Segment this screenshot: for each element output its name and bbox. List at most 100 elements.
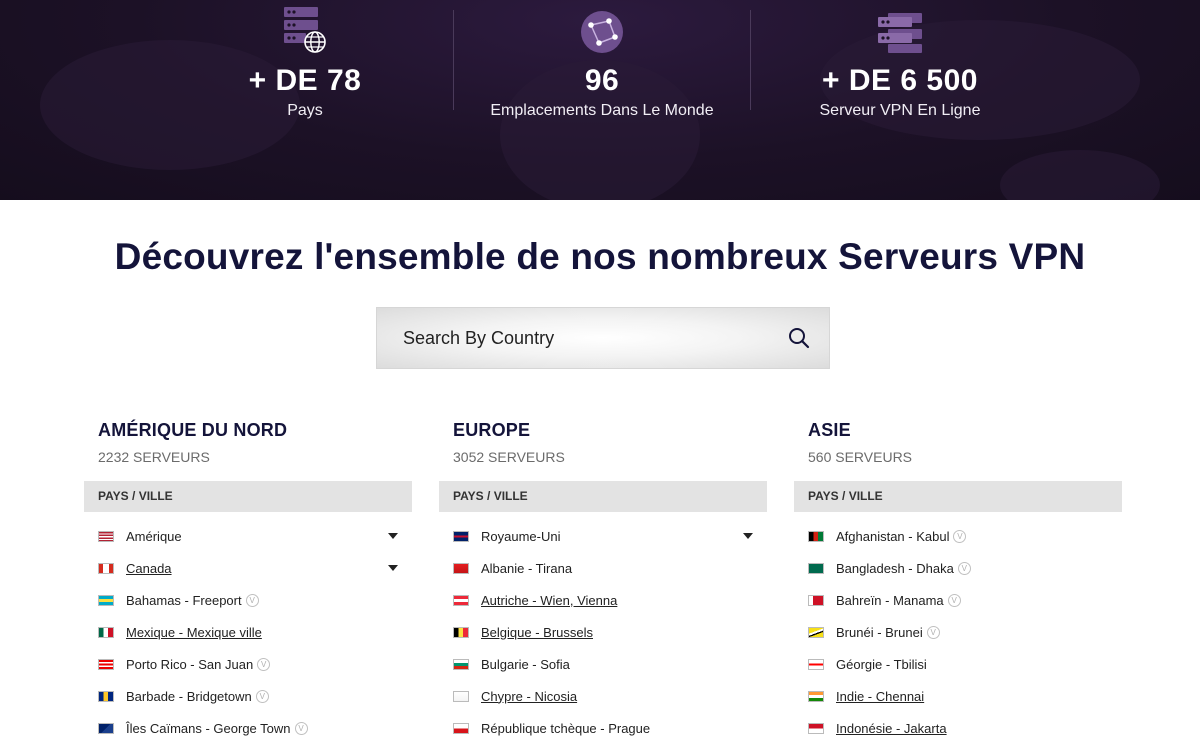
stat-value: + DE 6 500 — [822, 64, 978, 97]
flag-id-icon — [808, 722, 824, 734]
region-title: AMÉRIQUE DU NORD — [98, 420, 288, 440]
region-table-header: PAYS / VILLE — [439, 481, 767, 512]
flag-mx-icon — [98, 626, 114, 638]
server-item-autriche-wien-vienna[interactable]: Autriche - Wien, Vienna — [439, 584, 767, 616]
server-item-royaume-uni[interactable]: Royaume-Uni — [439, 520, 767, 552]
server-item-indonesie-jakarta[interactable]: Indonésie - Jakarta — [794, 712, 1122, 740]
server-rack-icon — [876, 11, 924, 60]
server-location-label[interactable]: Chypre - Nicosia — [481, 689, 577, 704]
flag-bs-icon — [98, 594, 114, 606]
flag-cz-icon — [453, 722, 469, 734]
stat-servers: + DE 6 500 Serveur VPN En Ligne — [750, 0, 1050, 120]
search-icon[interactable] — [787, 326, 811, 350]
region-title: ASIE — [808, 420, 851, 440]
v-badge-icon: V — [953, 529, 967, 543]
stat-value: 96 — [584, 64, 620, 97]
server-item-georgie-tbilisi[interactable]: Géorgie - Tbilisi — [794, 648, 1122, 680]
server-item-brunei-brunei[interactable]: Brunéi - Brunei V — [794, 616, 1122, 648]
flag-be-icon — [453, 626, 469, 638]
v-badge-icon: V — [245, 593, 259, 607]
flag-af-icon — [808, 530, 824, 542]
region-north-america: AMÉRIQUE DU NORD 2232 SERVEURS PAYS / VI… — [84, 420, 412, 740]
server-location-label[interactable]: Belgique - Brussels — [481, 625, 593, 640]
server-location-label: Porto Rico - San Juan — [126, 656, 254, 672]
server-item-bahrein-manama[interactable]: Bahreïn - Manama V — [794, 584, 1122, 616]
server-location-label[interactable]: Indonésie - Jakarta — [836, 721, 947, 736]
server-item-belgique-brussels[interactable]: Belgique - Brussels — [439, 616, 767, 648]
server-list: Afghanistan - Kabul V Bangladesh - Dhaka V B… — [794, 520, 1122, 740]
v-badge-icon: V — [294, 721, 308, 735]
server-item-canada[interactable]: Canada — [84, 552, 412, 584]
v-badge-icon: V — [957, 561, 971, 575]
page-title: Découvrez l'ensemble de nos nombreux Ser… — [114, 236, 1086, 277]
server-item-bulgarie-sofia[interactable]: Bulgarie - Sofia — [439, 648, 767, 680]
region-table-header: PAYS / VILLE — [794, 481, 1122, 512]
flag-bh-icon — [808, 594, 824, 606]
flag-cy-icon — [453, 690, 469, 702]
region-asia: ASIE 560 SERVEURS PAYS / VILLE Afghanist… — [794, 420, 1122, 740]
flag-bn-icon — [808, 626, 824, 638]
v-badge-icon: V — [257, 657, 271, 671]
stat-label: Serveur VPN En Ligne — [819, 102, 981, 119]
server-item-mexique-mexique-ville[interactable]: Mexique - Mexique ville — [84, 616, 412, 648]
region-table-header: PAYS / VILLE — [84, 481, 412, 512]
server-item-amerique[interactable]: Amérique — [84, 520, 412, 552]
server-location-label: Bahreïn - Manama — [836, 592, 944, 608]
flag-bb-icon — [98, 690, 114, 702]
network-globe-icon — [579, 9, 625, 60]
server-location-label: Amérique — [126, 528, 182, 544]
v-badge-icon: V — [255, 689, 269, 703]
server-item-barbade-bridgetown[interactable]: Barbade - Bridgetown V — [84, 680, 412, 712]
server-list: Royaume-Uni Albanie - Tirana Autriche - Wi… — [439, 520, 767, 740]
region-title: EUROPE — [453, 420, 531, 440]
world-map-shape — [1000, 150, 1160, 200]
region-server-count: 3052 SERVEURS — [453, 449, 565, 465]
server-location-label: Bulgarie - Sofia — [481, 656, 570, 672]
stats-hero: + DE 78 Pays 96 Emplacements Dans Le Mon… — [0, 0, 1200, 200]
server-location-label[interactable]: Autriche - Wien, Vienna — [481, 593, 617, 608]
flag-bd-icon — [808, 562, 824, 574]
flag-us-icon — [98, 530, 114, 542]
server-item-indie-chennai[interactable]: Indie - Chennai — [794, 680, 1122, 712]
region-server-count: 560 SERVEURS — [808, 449, 913, 465]
region-server-count: 2232 SERVEURS — [98, 449, 210, 465]
server-location-label: Royaume-Uni — [481, 528, 561, 544]
server-list: Amérique Canada Bahamas - Freeport V Mexique… — [84, 520, 412, 740]
server-item-porto-rico-san-juan[interactable]: Porto Rico - San Juan V — [84, 648, 412, 680]
country-search-box — [376, 307, 830, 369]
flag-ge-icon — [808, 658, 824, 670]
flag-bg-icon — [453, 658, 469, 670]
server-item-iles-caimans-george-town[interactable]: Îles Caïmans - George Town V — [84, 712, 412, 740]
chevron-down-icon[interactable] — [388, 533, 398, 539]
stat-label: Emplacements Dans Le Monde — [490, 102, 714, 119]
flag-at-icon — [453, 594, 469, 606]
flag-ca-icon — [98, 562, 114, 574]
server-item-afghanistan-kabul[interactable]: Afghanistan - Kabul V — [794, 520, 1122, 552]
region-europe: EUROPE 3052 SERVEURS PAYS / VILLE Royaum… — [439, 420, 767, 740]
server-item-chypre-nicosia[interactable]: Chypre - Nicosia — [439, 680, 767, 712]
search-input[interactable] — [403, 327, 787, 349]
server-location-label: Géorgie - Tbilisi — [836, 656, 927, 672]
chevron-down-icon[interactable] — [743, 533, 753, 539]
server-location-label: Albanie - Tirana — [481, 560, 573, 576]
chevron-down-icon[interactable] — [388, 565, 398, 571]
flag-pr-icon — [98, 658, 114, 670]
flag-ky-icon — [98, 722, 114, 734]
server-item-republique-tcheque-prague[interactable]: République tchèque - Prague — [439, 712, 767, 740]
server-item-albanie-tirana[interactable]: Albanie - Tirana — [439, 552, 767, 584]
server-location-label[interactable]: Indie - Chennai — [836, 689, 924, 704]
flag-gb-icon — [453, 530, 469, 542]
server-location-label: Îles Caïmans - George Town — [126, 720, 291, 736]
stat-value: + DE 78 — [248, 64, 362, 97]
flag-in-icon — [808, 690, 824, 702]
server-location-label: Brunéi - Brunei — [836, 624, 923, 640]
v-badge-icon: V — [926, 625, 940, 639]
stat-label: Pays — [287, 102, 323, 119]
server-location-label: Barbade - Bridgetown — [126, 688, 252, 704]
stat-countries: + DE 78 Pays — [155, 0, 455, 120]
server-item-bahamas-freeport[interactable]: Bahamas - Freeport V — [84, 584, 412, 616]
server-item-bangladesh-dhaka[interactable]: Bangladesh - Dhaka V — [794, 552, 1122, 584]
server-location-label[interactable]: Mexique - Mexique ville — [126, 625, 262, 640]
flag-al-icon — [453, 562, 469, 574]
server-location-label[interactable]: Canada — [126, 561, 172, 576]
